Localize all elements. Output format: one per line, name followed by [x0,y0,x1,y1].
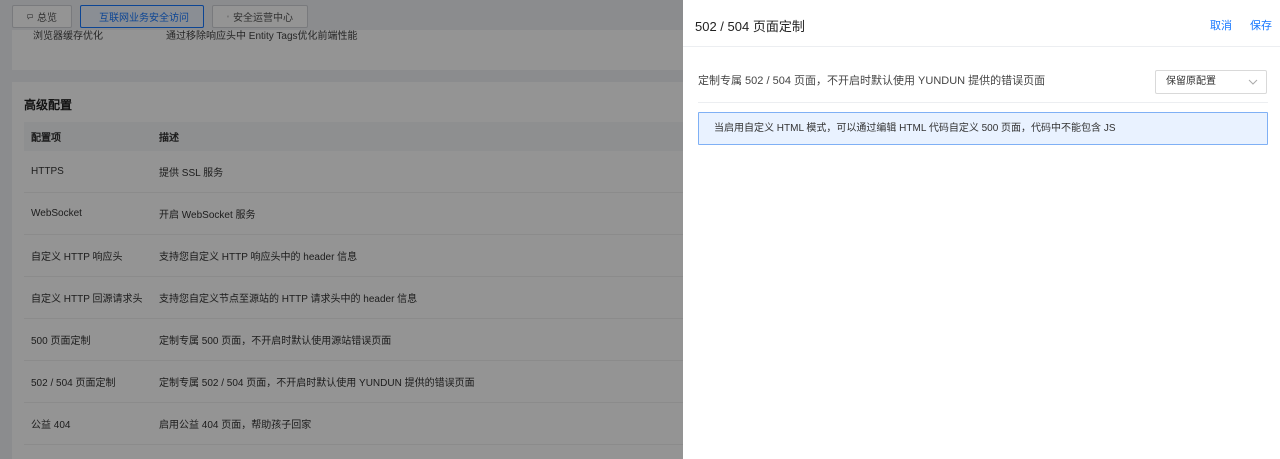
cancel-button[interactable]: 取消 [1210,17,1232,33]
info-notice: 当启用自定义 HTML 模式，可以通过编辑 HTML 代码自定义 500 页面，… [698,112,1268,145]
error-page-drawer: 502 / 504 页面定制 取消 保存 定制专属 502 / 504 页面，不… [683,0,1280,459]
chevron-down-icon [1248,79,1258,85]
drawer-header: 502 / 504 页面定制 取消 保存 [683,0,1280,47]
mode-select[interactable]: 保留原配置 [1155,70,1267,94]
mode-select-value: 保留原配置 [1166,76,1216,87]
drawer-title: 502 / 504 页面定制 [695,19,805,34]
save-button[interactable]: 保存 [1250,17,1272,33]
divider [698,102,1268,103]
drawer-mask[interactable] [0,0,683,459]
config-description: 定制专属 502 / 504 页面，不开启时默认使用 YUNDUN 提供的错误页… [698,75,1046,87]
